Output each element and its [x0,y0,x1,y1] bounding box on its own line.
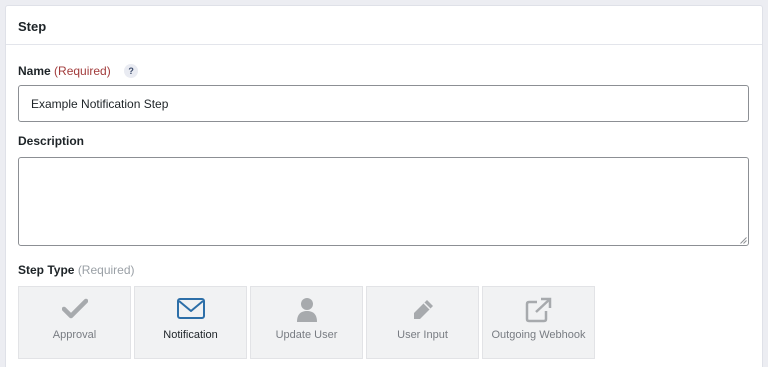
help-tooltip-icon[interactable]: ? [124,64,139,78]
step-type-options: Approval Notification Update User User I… [18,286,595,359]
name-required-indicator: (Required) [54,64,111,78]
step-type-required-indicator: (Required) [77,263,135,277]
name-input[interactable] [18,85,749,122]
checkmark-icon [61,298,88,319]
step-type-label: User Input [397,329,448,341]
description-label: Description [18,134,85,148]
step-settings-panel: Step Name (Required) ? Description Step … [5,5,763,367]
name-label: Name (Required) ? [18,64,139,78]
step-type-outgoing-webhook[interactable]: Outgoing Webhook [482,286,595,359]
pencil-icon [413,300,433,319]
description-textarea[interactable] [18,157,749,246]
step-type-notification[interactable]: Notification [134,286,247,359]
step-type-label: Approval [52,329,97,341]
step-type-label: Step Type (Required) [18,263,135,277]
external-link-icon [525,297,551,323]
step-type-approval[interactable]: Approval [18,286,131,359]
step-type-label: Update User [275,329,338,341]
step-type-label: Outgoing Webhook [491,329,586,341]
step-type-label: Notification [163,329,218,341]
envelope-icon [176,298,205,319]
name-label-text: Name [18,64,51,78]
step-type-user-input[interactable]: User Input [366,286,479,359]
step-type-label-text: Step Type [18,263,75,277]
user-icon [296,298,317,322]
resize-grip-icon[interactable] [740,237,747,244]
step-type-update-user[interactable]: Update User [250,286,363,359]
panel-title: Step [6,6,762,45]
